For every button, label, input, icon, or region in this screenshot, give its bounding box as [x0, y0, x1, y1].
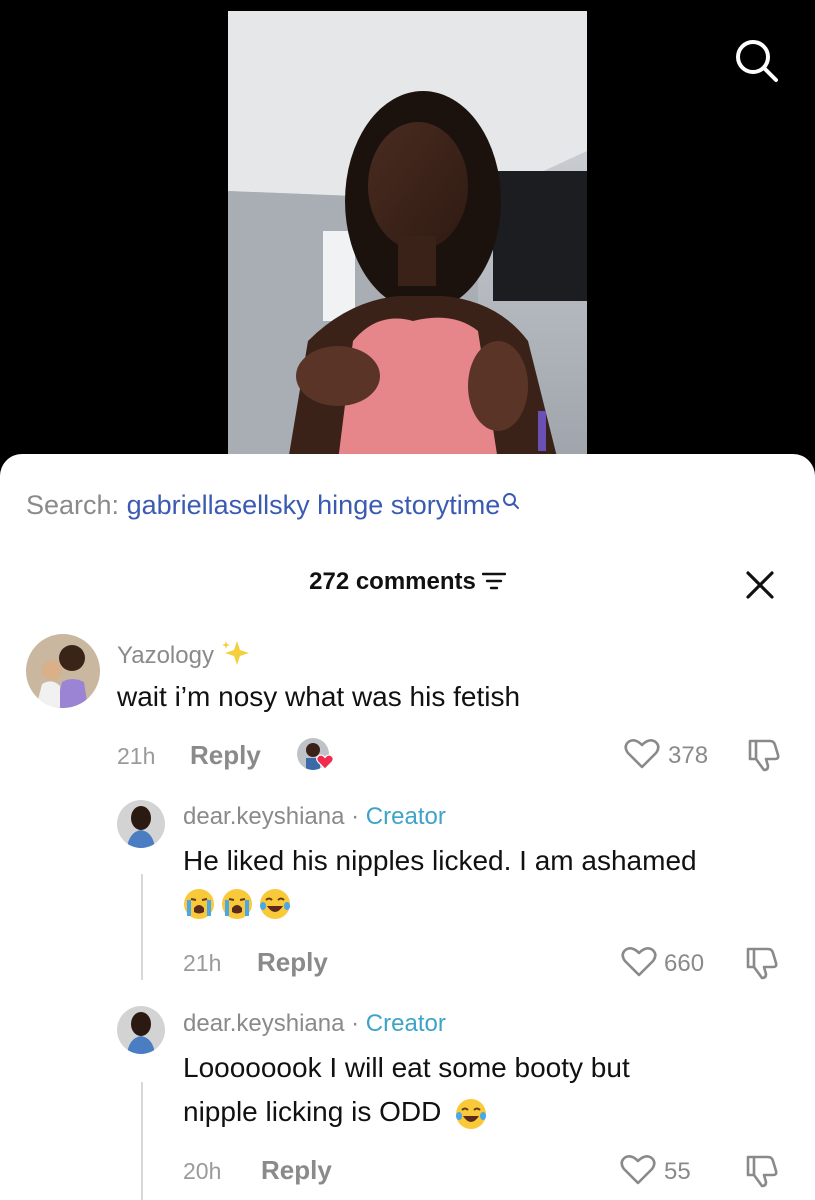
reply-time: 20h: [183, 1158, 222, 1184]
comment-time: 21h: [117, 743, 156, 769]
reply-button[interactable]: Reply: [190, 740, 261, 771]
comment-text: wait i’m nosy what was his fetish: [117, 681, 521, 712]
reply-username-row[interactable]: dear.keyshiana · Creator: [183, 1010, 446, 1038]
dislike-icon[interactable]: [744, 946, 780, 980]
search-icon[interactable]: [732, 36, 780, 84]
avatar-image: [117, 1006, 165, 1054]
search-small-icon: [503, 493, 520, 509]
avatar[interactable]: [117, 800, 165, 848]
video-still: [228, 11, 587, 461]
video-player[interactable]: [0, 0, 815, 470]
tears-of-joy-icon: [260, 889, 290, 919]
thread-line: [141, 1082, 143, 1200]
reply-button[interactable]: Reply: [257, 947, 328, 978]
loudly-crying-face-icon: [222, 889, 252, 919]
reply-text-line2: nipple licking is ODD: [183, 1092, 493, 1132]
reply-username[interactable]: dear.keyshiana: [183, 803, 344, 830]
avatar-image: [26, 634, 100, 708]
reply-time: 21h: [183, 950, 222, 976]
reply-text-line2-value: nipple licking is ODD: [183, 1096, 442, 1127]
heart-icon[interactable]: [621, 946, 657, 978]
heart-icon[interactable]: [624, 738, 660, 770]
comments-count-row[interactable]: 272 comments: [0, 568, 815, 596]
reply-username-row[interactable]: dear.keyshiana · Creator: [183, 803, 446, 831]
reply-emojis: [183, 888, 297, 920]
sort-filter-icon[interactable]: [481, 572, 506, 590]
heart-icon[interactable]: [620, 1154, 656, 1186]
thread-line: [141, 874, 143, 980]
comment-username[interactable]: Yazology: [117, 639, 253, 670]
sparkles-icon: [221, 641, 249, 665]
reply-text: Loooooook I will eat some booty but: [183, 1052, 630, 1083]
avatar[interactable]: [26, 634, 100, 708]
reply-text: He liked his nipples licked. I am ashame…: [183, 845, 697, 876]
search-term-link[interactable]: gabriellasellsky hinge storytime: [127, 490, 501, 520]
creator-badge: Creator: [365, 1010, 446, 1037]
comments-sheet: Search: gabriellasellsky hinge storytime…: [0, 454, 815, 1200]
dislike-icon[interactable]: [746, 738, 782, 772]
video-frame[interactable]: [228, 11, 587, 461]
creator-badge: Creator: [365, 803, 446, 830]
search-suggestion[interactable]: Search: gabriellasellsky hinge storytime: [26, 490, 520, 521]
creator-liked-heart-icon: [316, 754, 334, 770]
like-count: 660: [664, 950, 705, 977]
close-icon[interactable]: [744, 569, 776, 601]
search-prefix: Search:: [26, 490, 120, 520]
avatar[interactable]: [117, 1006, 165, 1054]
reply-button[interactable]: Reply: [261, 1155, 332, 1186]
separator: ·: [351, 803, 360, 830]
comment-username-text[interactable]: Yazology: [117, 642, 214, 669]
like-count: 378: [668, 742, 709, 769]
like-count: 55: [664, 1158, 691, 1185]
reply-username[interactable]: dear.keyshiana: [183, 1010, 344, 1037]
dislike-icon[interactable]: [744, 1154, 780, 1188]
comments-count: 272 comments: [309, 568, 476, 595]
tears-of-joy-icon: [456, 1098, 487, 1129]
separator: ·: [351, 1010, 360, 1037]
avatar-image: [117, 800, 165, 848]
loudly-crying-face-icon: [184, 889, 214, 919]
